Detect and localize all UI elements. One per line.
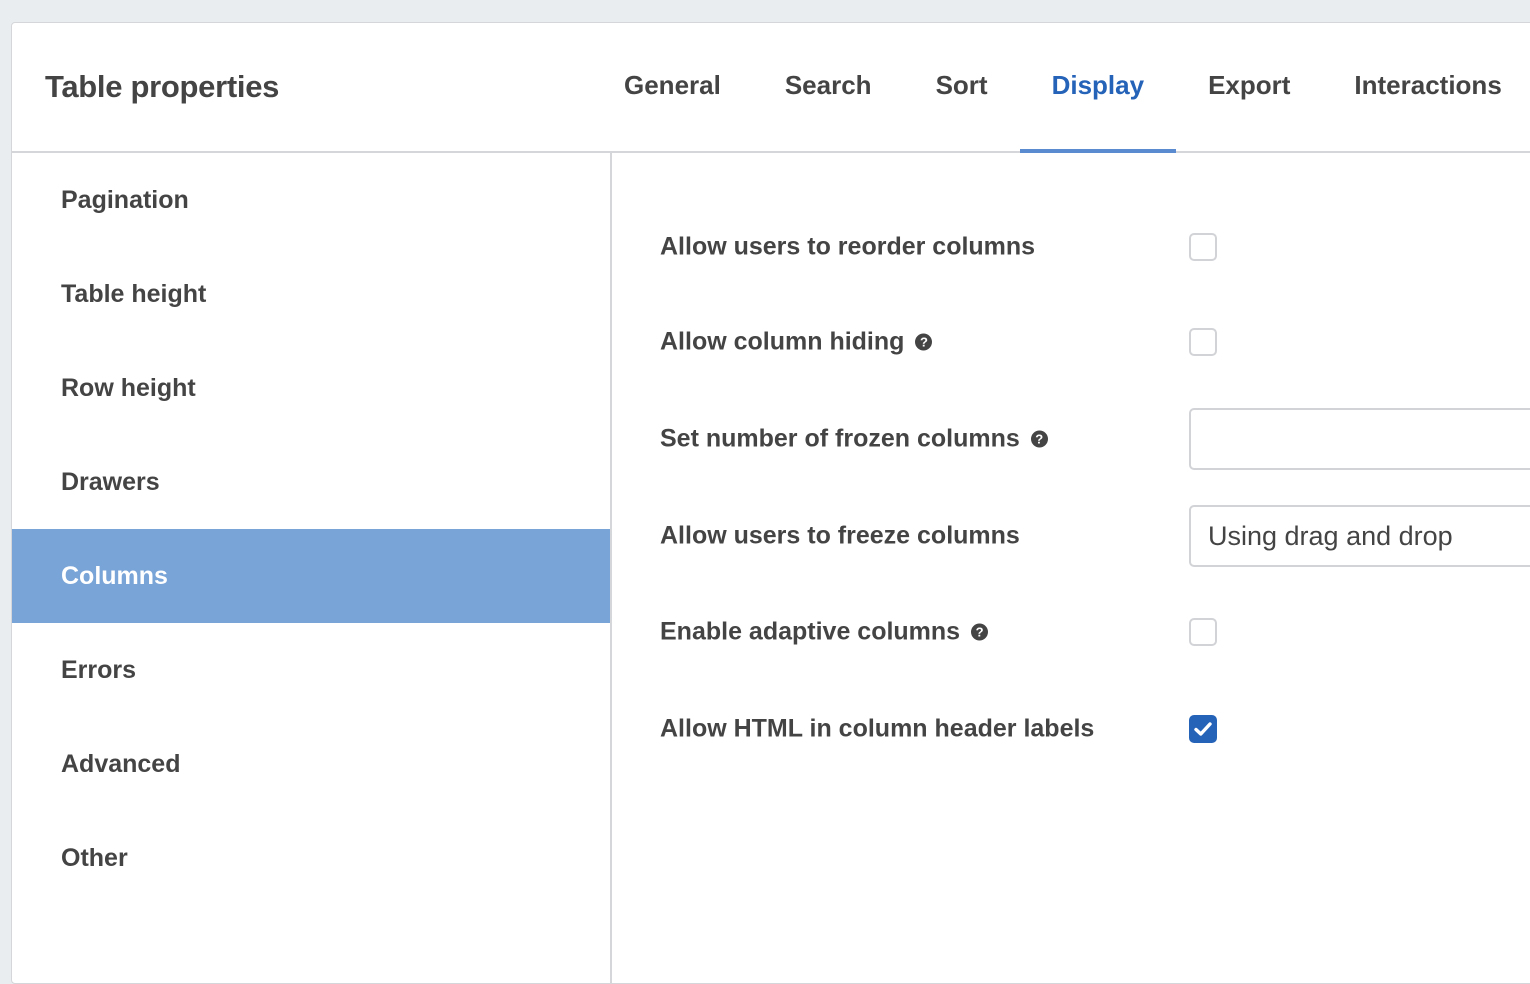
tab-sort[interactable]: Sort xyxy=(904,23,1020,151)
panel-header: Table properties General Search Sort Dis… xyxy=(12,23,1530,153)
setting-label: Set number of frozen columns xyxy=(660,424,1020,453)
tab-display[interactable]: Display xyxy=(1019,23,1177,153)
sidebar-item-errors[interactable]: Errors xyxy=(12,623,610,717)
sidebar-item-table-height[interactable]: Table height xyxy=(12,247,610,341)
tab-export[interactable]: Export xyxy=(1176,23,1322,151)
reorder-columns-checkbox[interactable] xyxy=(1189,233,1217,261)
checkmark-icon xyxy=(1194,722,1212,736)
help-icon[interactable]: ? xyxy=(1030,430,1048,448)
column-hiding-checkbox[interactable] xyxy=(1189,328,1217,356)
setting-row-frozen-columns: Set number of frozen columns ? xyxy=(660,407,1530,471)
help-icon[interactable]: ? xyxy=(971,623,989,641)
setting-row-column-hiding: Allow column hiding ? xyxy=(660,310,1530,374)
page-title: Table properties xyxy=(45,69,280,104)
setting-row-reorder-columns: Allow users to reorder columns xyxy=(660,215,1530,279)
setting-row-freeze-columns: Allow users to freeze columns Using drag… xyxy=(660,504,1530,568)
settings-content: Allow users to reorder columns Allow col… xyxy=(612,153,1530,983)
sidebar-item-drawers[interactable]: Drawers xyxy=(12,435,610,529)
sidebar-item-advanced[interactable]: Advanced xyxy=(12,717,610,811)
setting-label: Enable adaptive columns xyxy=(660,617,961,646)
setting-label: Allow column hiding xyxy=(660,327,905,356)
freeze-columns-select[interactable]: Using drag and drop xyxy=(1189,505,1530,567)
html-header-labels-checkbox[interactable] xyxy=(1189,715,1217,743)
tab-interactions[interactable]: Interactions xyxy=(1322,23,1530,151)
table-properties-panel: Table properties General Search Sort Dis… xyxy=(11,22,1530,984)
sidebar-item-pagination[interactable]: Pagination xyxy=(12,153,610,247)
frozen-columns-input[interactable] xyxy=(1189,408,1530,470)
sidebar-item-row-height[interactable]: Row height xyxy=(12,341,610,435)
adaptive-columns-checkbox[interactable] xyxy=(1189,618,1217,646)
help-icon[interactable]: ? xyxy=(915,333,933,351)
setting-label: Allow users to reorder columns xyxy=(660,232,1036,261)
tab-search[interactable]: Search xyxy=(753,23,904,151)
tab-bar: General Search Sort Display Export Inter… xyxy=(592,23,1530,153)
tab-general[interactable]: General xyxy=(592,23,753,151)
setting-label: Allow HTML in column header labels xyxy=(660,714,1095,743)
setting-row-html-header-labels: Allow HTML in column header labels xyxy=(660,697,1530,761)
sidebar-item-columns[interactable]: Columns xyxy=(12,529,610,623)
setting-row-adaptive-columns: Enable adaptive columns ? xyxy=(660,600,1530,664)
setting-label: Allow users to freeze columns xyxy=(660,521,1020,550)
sidebar-item-other[interactable]: Other xyxy=(12,811,610,905)
sidebar: Pagination Table height Row height Drawe… xyxy=(12,153,612,983)
